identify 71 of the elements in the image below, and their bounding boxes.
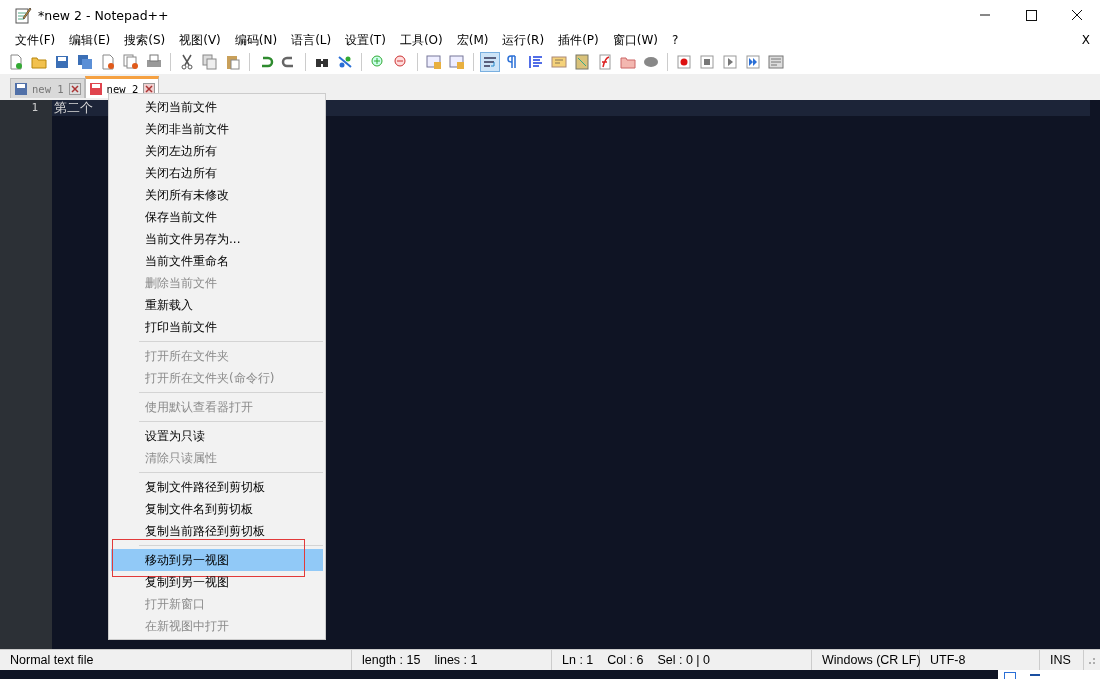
menu-item[interactable]: 当前文件重命名 — [111, 250, 323, 272]
zoom-in-icon — [370, 54, 386, 70]
function-icon — [597, 54, 613, 70]
menu-item[interactable]: 当前文件另存为... — [111, 228, 323, 250]
scissors-icon — [179, 54, 195, 70]
fast-forward-icon — [745, 54, 761, 70]
notepad-icon — [14, 6, 32, 24]
menu-item[interactable]: 打印当前文件 — [111, 316, 323, 338]
window-icon — [449, 54, 465, 70]
ime-bar[interactable] — [998, 670, 1100, 679]
status-text: Sel : 0 | 0 — [657, 653, 710, 667]
menu-item[interactable]: 工具(O) — [392, 31, 450, 49]
close-icon[interactable] — [68, 82, 81, 95]
status-text: INS — [1050, 653, 1071, 667]
menu-item[interactable]: 文件(F) — [8, 31, 63, 49]
menu-item[interactable]: 移动到另一视图 — [111, 549, 323, 571]
zoom-out-icon — [393, 54, 409, 70]
menu-item[interactable]: 设置(T) — [338, 31, 393, 49]
menu-item[interactable]: 复制当前路径到剪切板 — [111, 520, 323, 542]
menu-item[interactable]: 关闭非当前文件 — [111, 118, 323, 140]
menu-item[interactable]: 编码(N) — [227, 31, 285, 49]
stop-icon — [699, 54, 715, 70]
status-text: Ln : 1 — [562, 653, 594, 667]
copy-icon — [202, 54, 218, 70]
menu-item[interactable]: 宏(M) — [449, 31, 496, 49]
clipboard-icon — [225, 54, 241, 70]
menu-item[interactable]: 搜索(S) — [117, 31, 173, 49]
list-icon — [768, 54, 784, 70]
code-line: 第二个 — [54, 100, 93, 115]
menu-item[interactable]: 关闭所有未修改 — [111, 184, 323, 206]
menu-item[interactable]: 关闭右边所有 — [111, 162, 323, 184]
menu-item[interactable]: ? — [664, 33, 686, 47]
status-text: Normal text file — [10, 653, 94, 667]
floppy-disks-icon — [77, 54, 93, 70]
menu-item[interactable]: 复制到另一视图 — [111, 571, 323, 593]
record-icon — [676, 54, 692, 70]
window-icon — [426, 54, 442, 70]
status-text: lines : 1 — [434, 653, 478, 667]
menu-item[interactable]: 编辑(E) — [62, 31, 118, 49]
replace-icon — [337, 54, 353, 70]
status-text: UTF-8 — [930, 653, 966, 667]
indent-guide-icon — [528, 54, 544, 70]
play-icon — [722, 54, 738, 70]
menu-item[interactable]: 运行(R) — [495, 31, 552, 49]
printer-icon — [146, 54, 162, 70]
new-file-icon — [8, 54, 24, 70]
menu-item[interactable]: 复制文件名到剪切板 — [111, 498, 323, 520]
word-wrap-icon — [482, 54, 498, 70]
line-number: 1 — [30, 100, 39, 116]
window-title: *new 2 - Notepad++ — [38, 7, 169, 23]
menu-item[interactable]: 保存当前文件 — [111, 206, 323, 228]
close-file-icon — [100, 54, 116, 70]
note-icon — [551, 54, 567, 70]
status-text: Windows (CR LF) — [822, 653, 921, 667]
resize-grip-icon — [1086, 655, 1096, 665]
folder-icon — [31, 54, 47, 70]
ellipse-icon — [643, 54, 659, 70]
menu-item[interactable]: 设置为只读 — [111, 425, 323, 447]
menu-item[interactable]: 视图(V) — [172, 31, 228, 49]
status-text: length : 15 — [362, 653, 421, 667]
map-icon — [574, 54, 590, 70]
menu-item[interactable]: 插件(P) — [551, 31, 606, 49]
close-files-icon — [123, 54, 139, 70]
menu-item[interactable]: 窗口(W) — [605, 31, 665, 49]
menu-item[interactable]: 语言(L) — [284, 31, 339, 49]
close-document-button[interactable]: X — [1081, 33, 1090, 47]
menu-item[interactable]: 重新载入 — [111, 294, 323, 316]
status-text: Col : 6 — [607, 653, 644, 667]
menu-item[interactable]: 复制文件路径到剪切板 — [111, 476, 323, 498]
menu-item[interactable]: 关闭左边所有 — [111, 140, 323, 162]
folder-icon — [620, 54, 636, 70]
